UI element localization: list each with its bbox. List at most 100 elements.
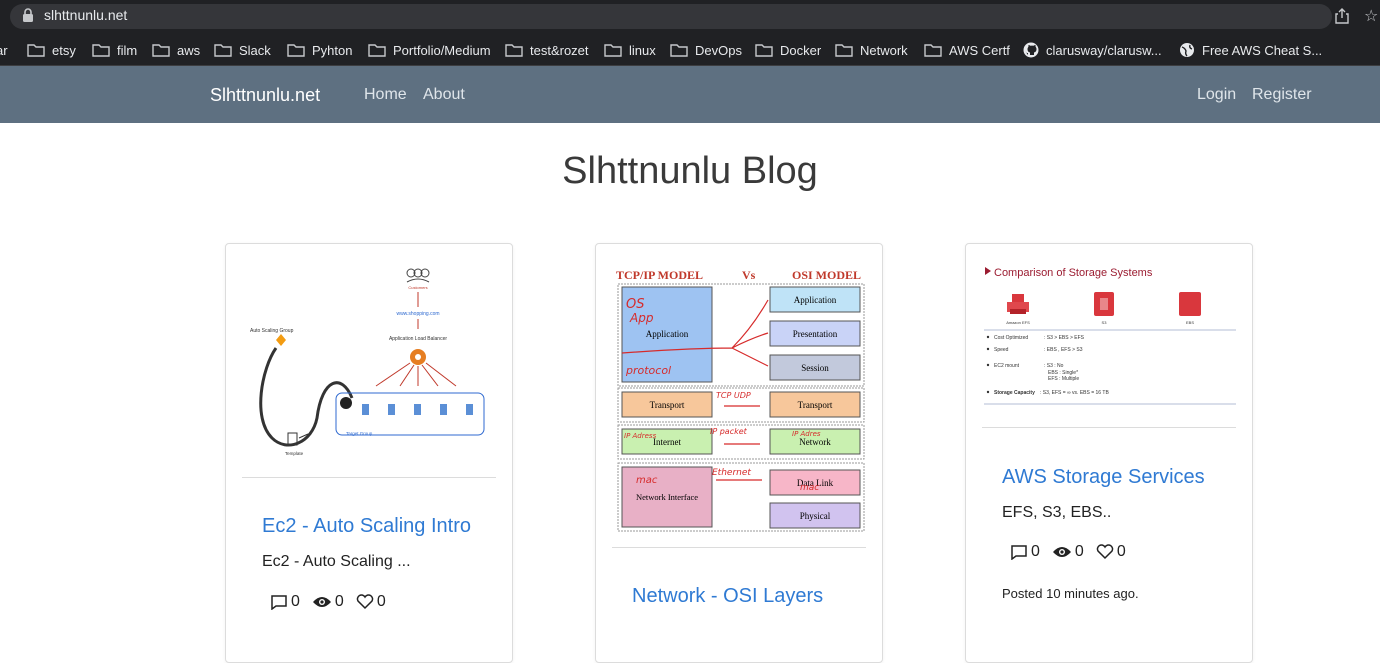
bookmark-label: Slack [239, 42, 271, 58]
eye-icon [1052, 547, 1071, 557]
like-count[interactable]: 0 [1096, 543, 1126, 561]
osi-layer-session: Session [801, 363, 829, 373]
bookmark-item[interactable]: etsy [27, 41, 76, 59]
osi-layer-application: Application [794, 295, 837, 305]
s3-icon [1094, 292, 1114, 316]
folder-icon [604, 43, 629, 57]
folder-icon [924, 43, 949, 57]
bookmark-item[interactable]: aws [152, 41, 200, 59]
comment-icon [1011, 545, 1027, 560]
customers-label: Customers [408, 285, 427, 290]
svg-text:Ethernet: Ethernet [712, 468, 751, 478]
nav-about-link[interactable]: About [423, 86, 465, 104]
share-icon[interactable] [1333, 7, 1351, 25]
tcp-layer-transport: Transport [650, 400, 685, 410]
bookmark-item[interactable]: AWS Certf [924, 41, 1010, 59]
bookmark-item[interactable]: Pyhton [287, 41, 352, 59]
post-title-link[interactable]: AWS Storage Services [1002, 466, 1205, 489]
post-card: TCP/IP MODEL Vs OSI MODEL Application Ap… [595, 243, 883, 663]
bookmark-label: AWS Certf [949, 42, 1010, 58]
folder-icon [755, 43, 780, 57]
eye-icon [312, 597, 331, 607]
comment-count: 0 [1010, 543, 1040, 561]
svg-text:: S3 : No: : S3 : No [1044, 363, 1064, 369]
post-stats: 0 0 0 [270, 593, 398, 611]
svg-text:Amazon EFS: Amazon EFS [1006, 320, 1030, 325]
bookmark-label: film [117, 42, 138, 58]
address-url[interactable]: slhttnunlu.net [44, 7, 127, 23]
post-card: Customers www.shopping.com Application L… [225, 243, 513, 663]
tcp-layer-internet: Internet [653, 437, 681, 447]
osi-layer-presentation: Presentation [793, 329, 838, 339]
osi-layer-transport: Transport [798, 400, 833, 410]
comment-count: 0 [270, 593, 300, 611]
storage-heading: Comparison of Storage Systems [994, 267, 1153, 279]
bookmark-label: Network [860, 42, 908, 58]
ebs-icon [1179, 292, 1201, 316]
view-count: 0 [312, 593, 344, 611]
heart-icon [356, 594, 374, 610]
page-title: Slhttnunlu Blog [562, 150, 818, 192]
view-count: 0 [1052, 543, 1084, 561]
nav-register-link[interactable]: Register [1252, 86, 1312, 104]
osi-layer-physical: Physical [800, 511, 831, 521]
svg-text:mac: mac [800, 483, 819, 493]
github-icon [1023, 42, 1046, 58]
bookmark-item[interactable]: Portfolio/Medium [368, 41, 491, 59]
bookmark-label: linux [629, 42, 656, 58]
svg-text:OS: OS [626, 297, 644, 312]
folder-icon [287, 43, 312, 57]
svg-text:: S3, EFS = ∞ vs. EBS = 16 TB: : S3, EFS = ∞ vs. EBS = 16 TB [1040, 390, 1109, 396]
alb-label: Application Load Balancer [389, 336, 447, 342]
bookmark-item[interactable]: test&rozet [505, 41, 589, 59]
bookmark-label: test&rozet [530, 42, 589, 58]
site-brand[interactable]: Slhttnunlu.net [210, 85, 320, 106]
bookmark-label: Docker [780, 42, 822, 58]
bookmark-star-icon[interactable]: ☆ [1364, 6, 1378, 26]
address-bar[interactable] [10, 4, 1332, 29]
nav-home-link[interactable]: Home [364, 86, 407, 104]
bookmark-item[interactable]: Slack [214, 41, 271, 59]
bookmark-item[interactable]: Network [835, 41, 908, 59]
bookmark-label: etsy [52, 42, 76, 58]
post-thumbnail-osi[interactable]: TCP/IP MODEL Vs OSI MODEL Application Ap… [612, 258, 868, 533]
bookmark-label: Pyhton [312, 42, 353, 58]
svg-text:Cost Optimized: Cost Optimized [994, 335, 1028, 341]
target-group-label: Target Group [346, 431, 373, 436]
browser-toolbar: slhttnunlu.net ☆ [0, 0, 1380, 33]
bookmark-label: clarusway/clarusw... [1046, 42, 1162, 58]
like-count[interactable]: 0 [356, 593, 386, 611]
svg-text:TCP UDP: TCP UDP [716, 391, 751, 400]
bookmark-item[interactable]: Free AWS Cheat S... [1179, 41, 1322, 59]
globe-icon [1179, 42, 1202, 58]
card-divider [612, 547, 866, 548]
folder-icon [27, 43, 52, 57]
tcp-layer-application: Application [646, 329, 689, 339]
bookmark-label: ar [0, 42, 8, 58]
bookmark-item[interactable]: ar [0, 41, 8, 59]
bookmark-item[interactable]: Docker [755, 41, 821, 59]
folder-icon [152, 43, 177, 57]
bookmark-label: aws [177, 42, 201, 58]
svg-text:IP Adres: IP Adres [792, 430, 821, 438]
osi-heading-right: OSI MODEL [792, 268, 861, 282]
bookmark-label: Portfolio/Medium [393, 42, 491, 58]
bookmark-item[interactable]: linux [604, 41, 656, 59]
bookmark-item[interactable]: film [92, 41, 137, 59]
card-divider [242, 477, 496, 478]
svg-text:IP packet: IP packet [710, 427, 748, 436]
bookmark-item[interactable]: clarusway/clarusw... [1023, 41, 1162, 59]
svg-text:protocol: protocol [625, 364, 671, 377]
heart-icon [1096, 544, 1114, 560]
bookmark-item[interactable]: DevOps [670, 41, 742, 59]
svg-text:: S3 > EBS > EFS: : S3 > EBS > EFS [1044, 335, 1085, 341]
osi-heading-vs: Vs [742, 268, 756, 282]
folder-icon [835, 43, 860, 57]
post-title-link[interactable]: Ec2 - Auto Scaling Intro [262, 515, 471, 538]
post-thumbnail-autoscaling[interactable]: Customers www.shopping.com Application L… [242, 258, 498, 468]
post-stats: 0 0 0 [1010, 543, 1138, 561]
post-thumbnail-storage[interactable]: Comparison of Storage Systems Amazon EFS… [982, 258, 1238, 414]
svg-text:IP Adress: IP Adress [624, 432, 657, 440]
post-title-link[interactable]: Network - OSI Layers [632, 585, 823, 608]
nav-login-link[interactable]: Login [1197, 86, 1236, 104]
